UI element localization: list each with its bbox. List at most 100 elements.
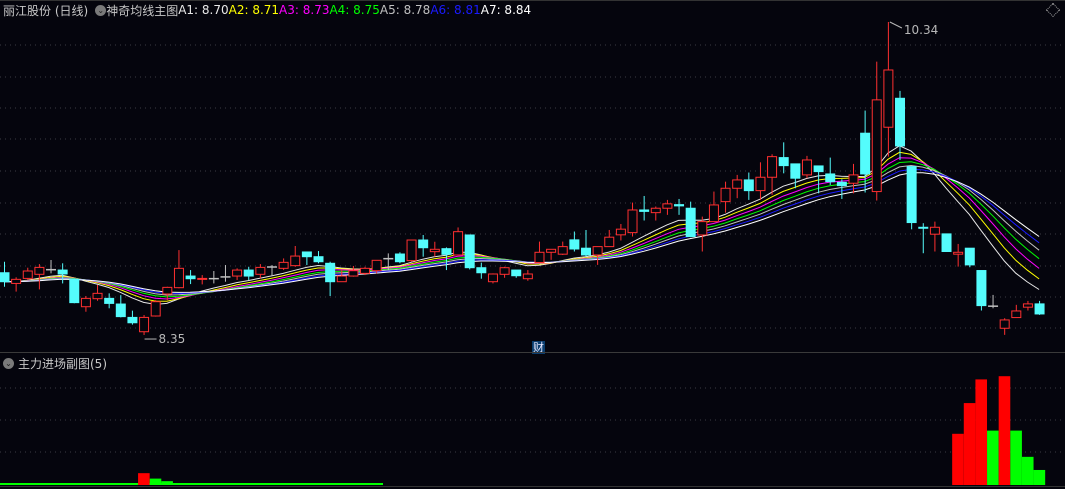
candle[interactable] [801, 155, 812, 179]
candle[interactable] [883, 22, 894, 157]
candle[interactable] [232, 268, 243, 280]
candle[interactable] [11, 277, 22, 292]
sub-panel-title[interactable]: 主力进场副图(5) [18, 355, 107, 372]
candle[interactable] [1011, 304, 1022, 319]
candle-body [266, 266, 277, 268]
candle[interactable] [627, 202, 638, 237]
candle[interactable] [674, 198, 685, 215]
candle[interactable] [999, 318, 1010, 335]
candle[interactable] [476, 262, 487, 279]
candle[interactable] [906, 166, 917, 230]
candle[interactable] [487, 273, 498, 284]
candle[interactable] [836, 179, 847, 199]
candle[interactable] [69, 278, 80, 304]
candle[interactable] [185, 270, 196, 285]
candle[interactable] [104, 293, 115, 309]
candle[interactable] [46, 259, 57, 274]
chevron-down-icon[interactable]: ⌄ [95, 4, 107, 16]
candle-body [0, 272, 10, 283]
candle[interactable] [546, 248, 557, 260]
candle[interactable] [615, 223, 626, 241]
candle[interactable] [790, 163, 801, 189]
candle[interactable] [895, 90, 906, 160]
candle[interactable] [406, 239, 417, 262]
candle[interactable] [139, 315, 150, 336]
candle[interactable] [662, 199, 673, 215]
candle[interactable] [429, 241, 440, 257]
candle[interactable] [313, 251, 324, 264]
candle[interactable] [418, 234, 429, 257]
candle[interactable] [441, 247, 452, 271]
candle-body [208, 277, 219, 280]
candle[interactable] [499, 266, 510, 278]
candle[interactable] [0, 261, 10, 287]
chart-header: 丽江股份 (日线) ⌄ 神奇均线主图 A1: 8.70A2: 8.71A3: 8… [0, 0, 1065, 20]
candle[interactable] [743, 172, 754, 200]
candle[interactable] [569, 231, 580, 252]
candle[interactable] [1022, 300, 1033, 311]
candle[interactable] [127, 310, 138, 325]
candle[interactable] [453, 227, 464, 256]
candle[interactable] [778, 142, 789, 174]
candle[interactable] [278, 258, 289, 271]
candle[interactable] [92, 285, 103, 301]
candle[interactable] [755, 162, 766, 200]
candle[interactable] [255, 264, 266, 279]
candle[interactable] [685, 201, 696, 238]
candle-body [406, 239, 417, 262]
candle[interactable] [290, 245, 301, 267]
candle[interactable] [964, 247, 975, 268]
candle[interactable] [988, 294, 999, 309]
candle[interactable] [976, 270, 987, 311]
candle[interactable] [464, 234, 475, 270]
candle[interactable] [918, 223, 929, 254]
candle[interactable] [557, 241, 568, 255]
candle-body [755, 176, 766, 192]
candle[interactable] [220, 265, 231, 282]
candle-body [1022, 303, 1033, 308]
candle[interactable] [22, 267, 33, 280]
candle[interactable] [825, 157, 836, 185]
ma-line-a7 [3, 172, 1040, 293]
candle-body [487, 273, 498, 283]
candle[interactable] [173, 250, 184, 289]
price-chart[interactable]: 10.34 8.35 [0, 0, 1065, 489]
candle[interactable] [581, 229, 591, 257]
candle-body [801, 159, 812, 176]
candle[interactable] [708, 191, 719, 223]
panel-divider[interactable] [0, 352, 1065, 353]
candle[interactable] [650, 206, 661, 221]
candle[interactable] [953, 243, 964, 267]
stock-title[interactable]: 丽江股份 (日线) [3, 2, 88, 19]
candle[interactable] [871, 61, 882, 201]
candle[interactable] [534, 241, 545, 264]
candle[interactable] [604, 229, 615, 248]
candle[interactable] [767, 154, 778, 195]
candle[interactable] [929, 221, 940, 252]
candle-body [708, 204, 719, 223]
candle[interactable] [197, 275, 208, 285]
candle[interactable] [639, 195, 650, 221]
candle[interactable] [115, 295, 126, 318]
candle[interactable] [1034, 300, 1045, 315]
chevron-down-icon[interactable]: ⌄ [3, 357, 14, 369]
candle-body [953, 251, 964, 255]
indicator-name[interactable]: 神奇均线主图 [106, 2, 178, 19]
candle[interactable] [720, 181, 731, 213]
candle[interactable] [697, 216, 708, 252]
candle[interactable] [732, 174, 743, 199]
candle[interactable] [941, 233, 952, 253]
candle[interactable] [511, 269, 522, 278]
candle[interactable] [348, 265, 359, 277]
candle[interactable] [243, 266, 254, 280]
candle[interactable] [208, 271, 219, 284]
candle[interactable] [266, 265, 277, 277]
candle[interactable] [34, 264, 45, 290]
candle[interactable] [301, 251, 312, 266]
candle[interactable] [325, 261, 336, 297]
candle[interactable] [360, 266, 371, 276]
candle[interactable] [522, 270, 533, 281]
candle[interactable] [150, 300, 161, 317]
candle[interactable] [394, 252, 405, 264]
candle[interactable] [80, 296, 91, 312]
